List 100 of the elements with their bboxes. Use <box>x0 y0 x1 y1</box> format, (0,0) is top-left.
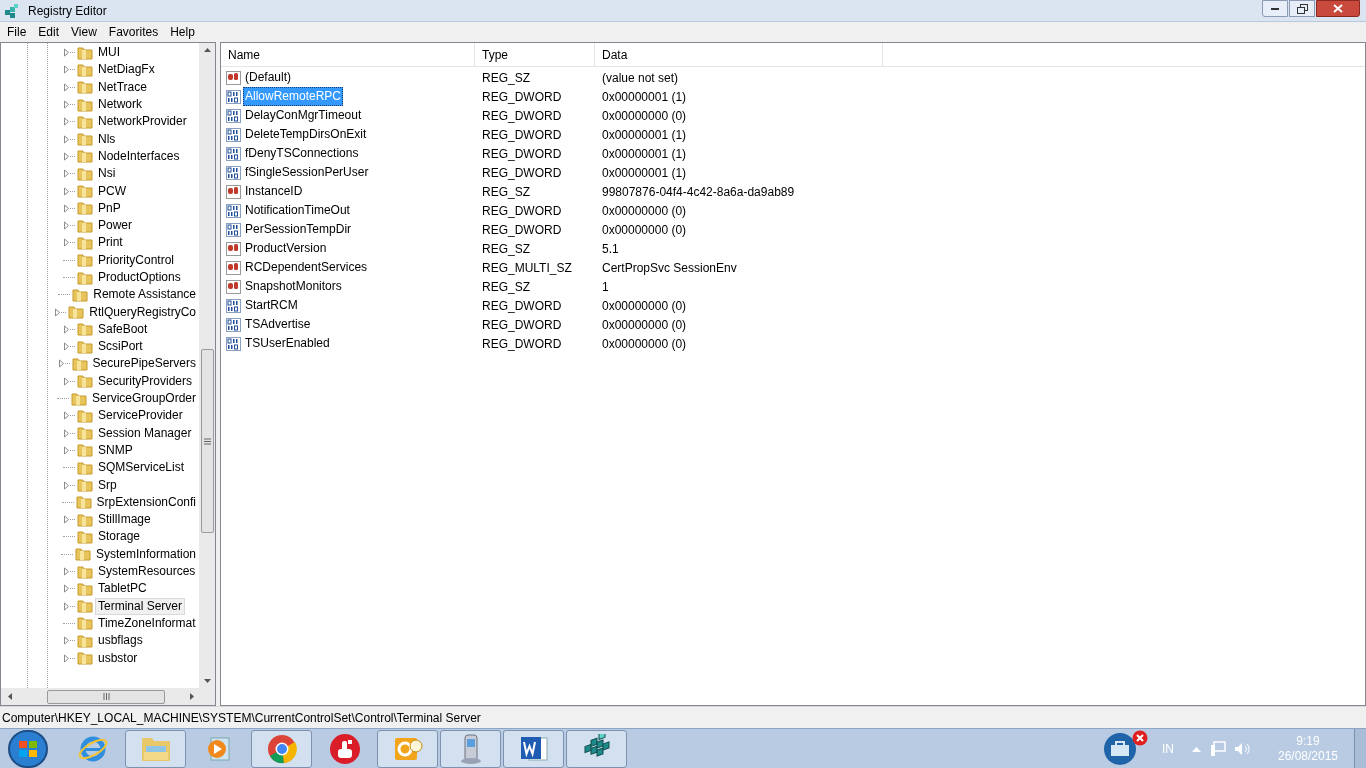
tree-item[interactable]: Nls <box>95 130 119 148</box>
tree-item[interactable]: usbflags <box>95 632 146 650</box>
restore-button[interactable] <box>1289 0 1315 17</box>
taskbar-button[interactable] <box>503 729 564 768</box>
tree-item[interactable]: Power <box>95 217 135 235</box>
tree-item[interactable]: Nsi <box>95 165 119 183</box>
folder-icon <box>77 616 93 631</box>
expand-arrow-icon[interactable] <box>54 307 67 317</box>
expand-arrow-icon[interactable] <box>63 151 75 161</box>
value-name[interactable]: (Default) <box>243 68 293 87</box>
value-name[interactable]: fDenyTSConnections <box>243 144 361 163</box>
tree-item[interactable]: PnP <box>95 199 124 217</box>
expand-arrow-icon[interactable] <box>63 445 75 455</box>
tree-item[interactable]: SecurePipeServers <box>89 355 199 373</box>
start-button[interactable] <box>8 729 48 768</box>
taskbar-button[interactable] <box>251 729 312 768</box>
tree-item[interactable]: NetworkProvider <box>95 113 190 131</box>
horizontal-scrollbar[interactable] <box>1 688 215 705</box>
expand-arrow-icon[interactable] <box>63 411 75 421</box>
menu-item[interactable]: Help <box>164 23 201 41</box>
tree-item[interactable]: SecurityProviders <box>95 372 196 390</box>
column-header[interactable]: Data <box>595 43 883 66</box>
tree-item[interactable]: SrpExtensionConfi <box>93 493 199 511</box>
tree-item[interactable]: Print <box>95 234 126 252</box>
menu-item[interactable]: Favorites <box>102 23 165 41</box>
value-name[interactable]: SnapshotMonitors <box>243 277 344 296</box>
tree-item[interactable]: SystemResources <box>95 563 199 581</box>
tree-item[interactable]: StillImage <box>95 511 154 529</box>
value-name[interactable]: NotificationTimeOut <box>243 201 352 220</box>
value-name[interactable]: InstanceID <box>243 182 305 201</box>
value-name[interactable]: ProductVersion <box>243 239 329 258</box>
tree-item[interactable]: ServiceGroupOrder <box>88 390 199 408</box>
tree-item[interactable]: SystemInformation <box>92 545 199 563</box>
expand-arrow-icon[interactable] <box>63 480 75 490</box>
tree-item[interactable]: usbstor <box>95 649 141 667</box>
taskbar-button[interactable] <box>377 729 438 768</box>
value-name[interactable]: fSingleSessionPerUser <box>243 163 371 182</box>
expand-arrow-icon[interactable] <box>63 428 75 438</box>
expand-arrow-icon[interactable] <box>63 100 75 110</box>
tree-item[interactable]: Storage <box>95 528 144 546</box>
value-name[interactable]: DeleteTempDirsOnExit <box>243 125 369 144</box>
value-name[interactable]: StartRCM <box>243 296 300 315</box>
menu-item[interactable]: Edit <box>32 23 66 41</box>
tree-item[interactable]: RtlQueryRegistryCo <box>86 303 199 321</box>
tree-item[interactable]: NetTrace <box>95 78 150 96</box>
tree-item[interactable]: MUI <box>95 44 123 62</box>
value-name[interactable]: DelayConMgrTimeout <box>243 106 364 125</box>
column-header[interactable]: Name <box>221 43 475 66</box>
expand-arrow-icon[interactable] <box>63 203 75 213</box>
value-name[interactable]: RCDependentServices <box>243 258 370 277</box>
tree-item[interactable]: SNMP <box>95 441 136 459</box>
expand-arrow-icon[interactable] <box>63 186 75 196</box>
expand-arrow-icon[interactable] <box>57 359 70 369</box>
vertical-scrollbar[interactable] <box>199 43 215 688</box>
value-name[interactable]: TSUserEnabled <box>243 334 332 353</box>
tree-item[interactable]: SQMServiceList <box>95 459 188 477</box>
tree-item[interactable]: TimeZoneInformat <box>95 614 199 632</box>
tree-item[interactable]: NodeInterfaces <box>95 147 183 165</box>
menu-item[interactable]: File <box>1 23 33 41</box>
value-type: REG_DWORD <box>481 126 563 144</box>
taskbar-button[interactable] <box>566 729 627 768</box>
tree-item[interactable]: TabletPC <box>95 580 150 598</box>
expand-arrow-icon[interactable] <box>63 117 75 127</box>
expand-arrow-icon[interactable] <box>63 65 75 75</box>
column-header[interactable]: Type <box>475 43 595 66</box>
tree-item[interactable]: PriorityControl <box>95 251 178 269</box>
menu-item[interactable]: View <box>65 23 103 41</box>
expand-arrow-icon[interactable] <box>63 515 75 525</box>
tree-item[interactable]: ScsiPort <box>95 338 146 356</box>
minimize-button[interactable] <box>1262 0 1288 17</box>
expand-arrow-icon[interactable] <box>63 376 75 386</box>
expand-arrow-icon[interactable] <box>63 584 75 594</box>
tree-item[interactable]: SafeBoot <box>95 320 151 338</box>
expand-arrow-icon[interactable] <box>63 221 75 231</box>
expand-arrow-icon[interactable] <box>63 238 75 248</box>
tree-item[interactable]: Session Manager <box>95 424 195 442</box>
close-button[interactable] <box>1316 0 1360 17</box>
expand-arrow-icon[interactable] <box>63 653 75 663</box>
tree-item[interactable]: Remote Assistance <box>90 286 199 304</box>
expand-arrow-icon[interactable] <box>63 134 75 144</box>
binary-value-icon <box>226 317 241 332</box>
tree-item[interactable]: Srp <box>95 476 120 494</box>
tree-item[interactable]: Network <box>95 96 145 114</box>
tree-item[interactable]: NetDiagFx <box>95 61 158 79</box>
expand-arrow-icon[interactable] <box>63 567 75 577</box>
scrollbar-thumb[interactable] <box>47 689 165 704</box>
expand-arrow-icon[interactable] <box>63 82 75 92</box>
tree-item[interactable]: ServiceProvider <box>95 407 186 425</box>
tree-item[interactable]: ProductOptions <box>95 269 184 286</box>
scrollbar-thumb[interactable] <box>200 349 214 533</box>
expand-arrow-icon[interactable] <box>63 342 75 352</box>
value-name[interactable]: TSAdvertise <box>243 315 313 334</box>
expand-arrow-icon[interactable] <box>63 636 75 646</box>
expand-arrow-icon[interactable] <box>63 601 75 611</box>
expand-arrow-icon[interactable] <box>63 48 75 58</box>
expand-arrow-icon[interactable] <box>63 324 75 334</box>
value-name[interactable]: PerSessionTempDir <box>243 220 354 239</box>
tree-item[interactable]: Terminal Server <box>95 597 186 615</box>
tree-item[interactable]: PCW <box>95 182 129 200</box>
expand-arrow-icon[interactable] <box>63 169 75 179</box>
